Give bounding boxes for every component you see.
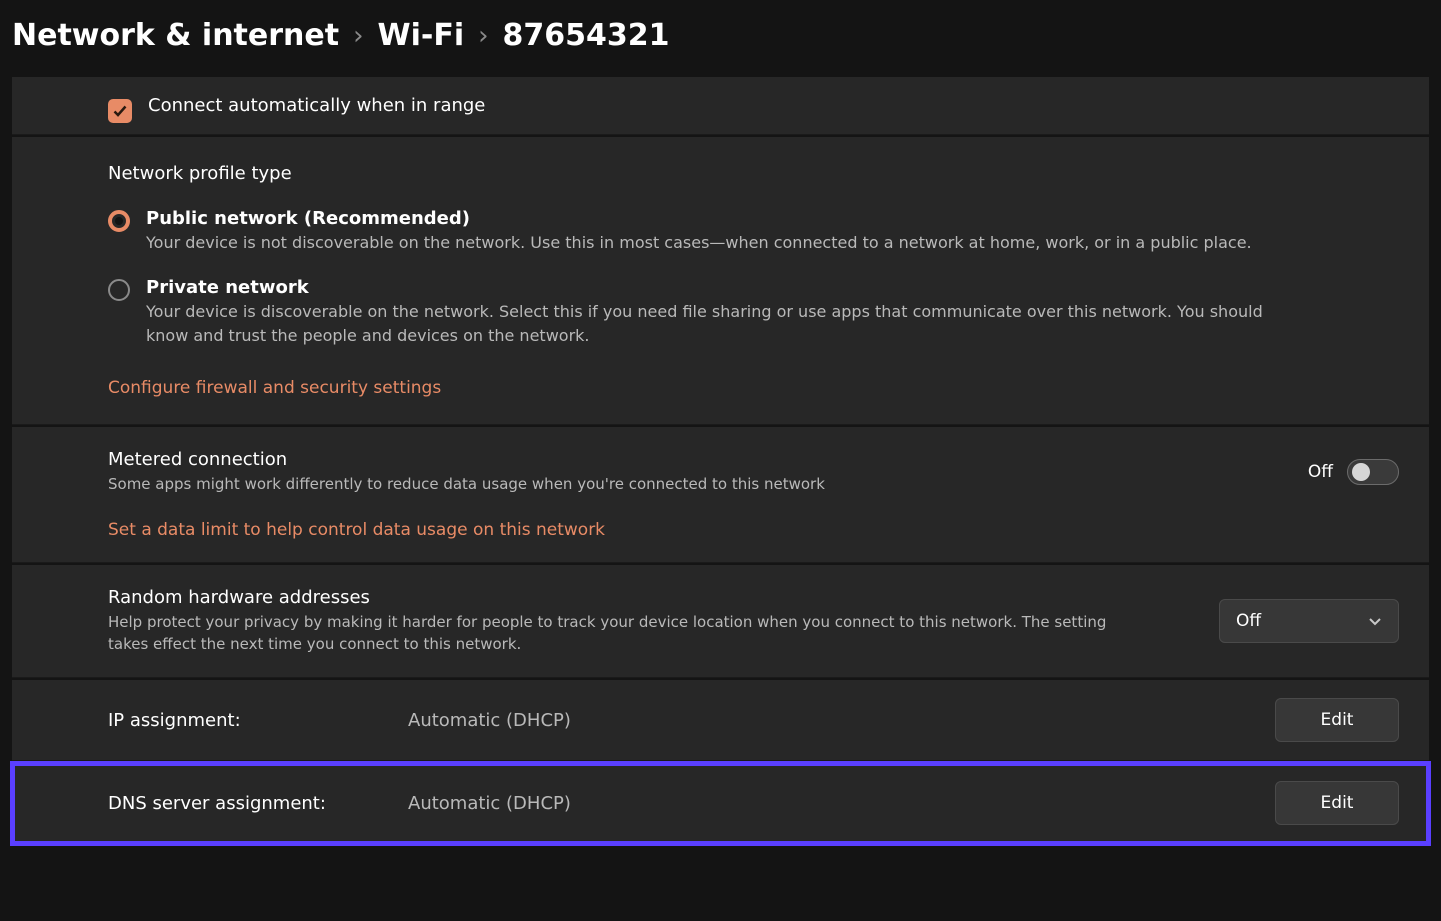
section-dns-assignment: DNS server assignment: Automatic (DHCP) … xyxy=(12,763,1429,844)
radio-private-desc: Your device is discoverable on the netwo… xyxy=(146,300,1266,348)
random-hw-select[interactable]: Off xyxy=(1219,599,1399,643)
section-ip-assignment: IP assignment: Automatic (DHCP) Edit xyxy=(12,680,1429,761)
section-metered-connection: Metered connection Some apps might work … xyxy=(12,427,1429,563)
radio-private-label: Private network xyxy=(146,277,1266,298)
dns-assignment-value: Automatic (DHCP) xyxy=(408,793,1245,814)
metered-toggle[interactable] xyxy=(1347,459,1399,485)
metered-title: Metered connection xyxy=(108,449,1278,470)
ip-assignment-edit-button[interactable]: Edit xyxy=(1275,698,1399,742)
chevron-right-icon: › xyxy=(353,21,363,51)
metered-desc: Some apps might work differently to redu… xyxy=(108,474,1148,496)
chevron-right-icon: › xyxy=(478,21,488,51)
breadcrumb-current: 87654321 xyxy=(503,18,670,53)
random-hw-title: Random hardware addresses xyxy=(108,587,1189,608)
radio-public-network[interactable]: Public network (Recommended) Your device… xyxy=(108,208,1399,255)
radio-private-network[interactable]: Private network Your device is discovera… xyxy=(108,277,1399,348)
connect-auto-checkbox[interactable] xyxy=(108,99,132,123)
ip-assignment-value: Automatic (DHCP) xyxy=(408,710,1245,731)
toggle-knob-icon xyxy=(1352,463,1370,481)
radio-public-label: Public network (Recommended) xyxy=(146,208,1252,229)
dns-assignment-label: DNS server assignment: xyxy=(108,793,408,814)
network-profile-header: Network profile type xyxy=(108,163,1399,184)
breadcrumb: Network & internet › Wi-Fi › 87654321 xyxy=(0,0,1441,77)
data-limit-link[interactable]: Set a data limit to help control data us… xyxy=(108,520,605,540)
section-network-profile: Network profile type Public network (Rec… xyxy=(12,137,1429,425)
section-random-hw: Random hardware addresses Help protect y… xyxy=(12,565,1429,679)
random-hw-value: Off xyxy=(1236,611,1261,631)
radio-icon xyxy=(108,210,130,232)
dns-assignment-edit-button[interactable]: Edit xyxy=(1275,781,1399,825)
breadcrumb-network-internet[interactable]: Network & internet xyxy=(12,18,339,53)
firewall-settings-link[interactable]: Configure firewall and security settings xyxy=(108,378,441,398)
connect-auto-label: Connect automatically when in range xyxy=(108,95,1399,116)
random-hw-desc: Help protect your privacy by making it h… xyxy=(108,612,1148,656)
radio-icon xyxy=(108,279,130,301)
ip-assignment-label: IP assignment: xyxy=(108,710,408,731)
chevron-down-icon xyxy=(1368,614,1382,628)
radio-public-desc: Your device is not discoverable on the n… xyxy=(146,231,1252,255)
section-connect-auto: Connect automatically when in range xyxy=(12,77,1429,135)
check-icon xyxy=(112,103,128,119)
metered-toggle-state: Off xyxy=(1308,462,1333,482)
breadcrumb-wifi[interactable]: Wi-Fi xyxy=(378,18,465,53)
